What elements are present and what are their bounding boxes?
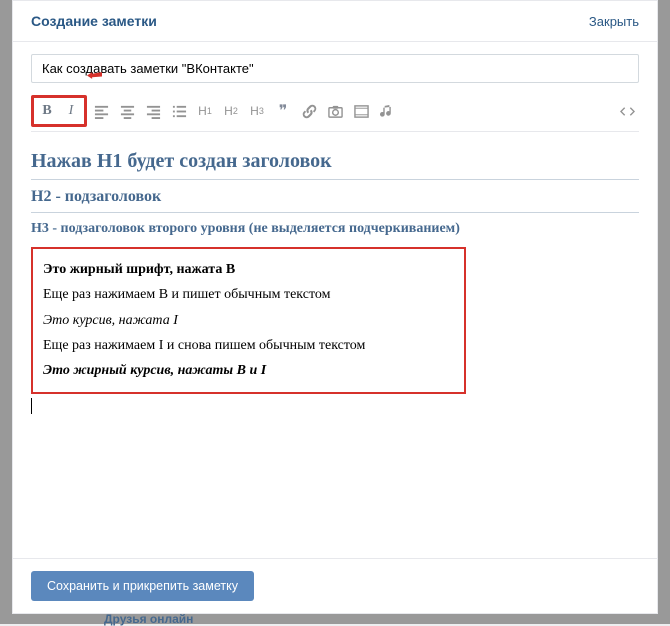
- normal-after-bold: Еще раз нажимаем В и пишет обычным текст…: [43, 285, 454, 305]
- modal-body: B I H1 H2 H3 ❞: [13, 42, 657, 558]
- bold-italic-highlight-box: B I: [31, 95, 87, 127]
- editor-toolbar: B I H1 H2 H3 ❞: [31, 91, 639, 132]
- camera-icon: [328, 104, 343, 119]
- note-title-input[interactable]: [31, 54, 639, 83]
- h2-example: Н2 - подзаголовок: [31, 188, 639, 213]
- formatting-examples-box: Это жирный шрифт, нажата В Еще раз нажим…: [31, 247, 466, 394]
- editor-content[interactable]: Нажав Н1 будет создан заголовок Н2 - под…: [31, 150, 639, 546]
- audio-button[interactable]: [375, 99, 399, 123]
- align-center-button[interactable]: [115, 99, 139, 123]
- text-cursor: [31, 398, 32, 414]
- modal-footer: Сохранить и прикрепить заметку: [13, 558, 657, 613]
- h3-example: Н3 - подзаголовок второго уровня (не выд…: [31, 221, 639, 237]
- video-icon: [354, 104, 369, 119]
- video-button[interactable]: [349, 99, 373, 123]
- close-button[interactable]: Закрыть: [589, 14, 639, 29]
- h3-button[interactable]: H3: [245, 99, 269, 123]
- save-button[interactable]: Сохранить и прикрепить заметку: [31, 571, 254, 601]
- normal-after-italic: Еще раз нажимаем I и снова пишем обычным…: [43, 336, 454, 356]
- audio-icon: [380, 104, 395, 119]
- code-icon: [620, 104, 635, 119]
- align-left-icon: [94, 104, 109, 119]
- photo-button[interactable]: [323, 99, 347, 123]
- italic-example: Это курсив, нажата I: [43, 311, 454, 331]
- note-modal: Создание заметки Закрыть B I: [12, 0, 658, 614]
- bold-example: Это жирный шрифт, нажата В: [43, 260, 454, 280]
- bold-button[interactable]: B: [35, 99, 59, 123]
- align-right-icon: [146, 104, 161, 119]
- quote-button[interactable]: ❞: [271, 99, 295, 123]
- italic-button[interactable]: I: [59, 99, 83, 123]
- list-icon: [172, 104, 187, 119]
- align-left-button[interactable]: [89, 99, 113, 123]
- html-button[interactable]: [615, 99, 639, 123]
- bold-italic-example: Это жирный курсив, нажаты В и I: [43, 361, 454, 381]
- align-right-button[interactable]: [141, 99, 165, 123]
- modal-header: Создание заметки Закрыть: [13, 1, 657, 42]
- list-button[interactable]: [167, 99, 191, 123]
- modal-title: Создание заметки: [31, 13, 157, 29]
- h1-example: Нажав Н1 будет создан заголовок: [31, 150, 639, 180]
- h2-button[interactable]: H2: [219, 99, 243, 123]
- link-icon: [302, 104, 317, 119]
- align-center-icon: [120, 104, 135, 119]
- link-button[interactable]: [297, 99, 321, 123]
- h1-button[interactable]: H1: [193, 99, 217, 123]
